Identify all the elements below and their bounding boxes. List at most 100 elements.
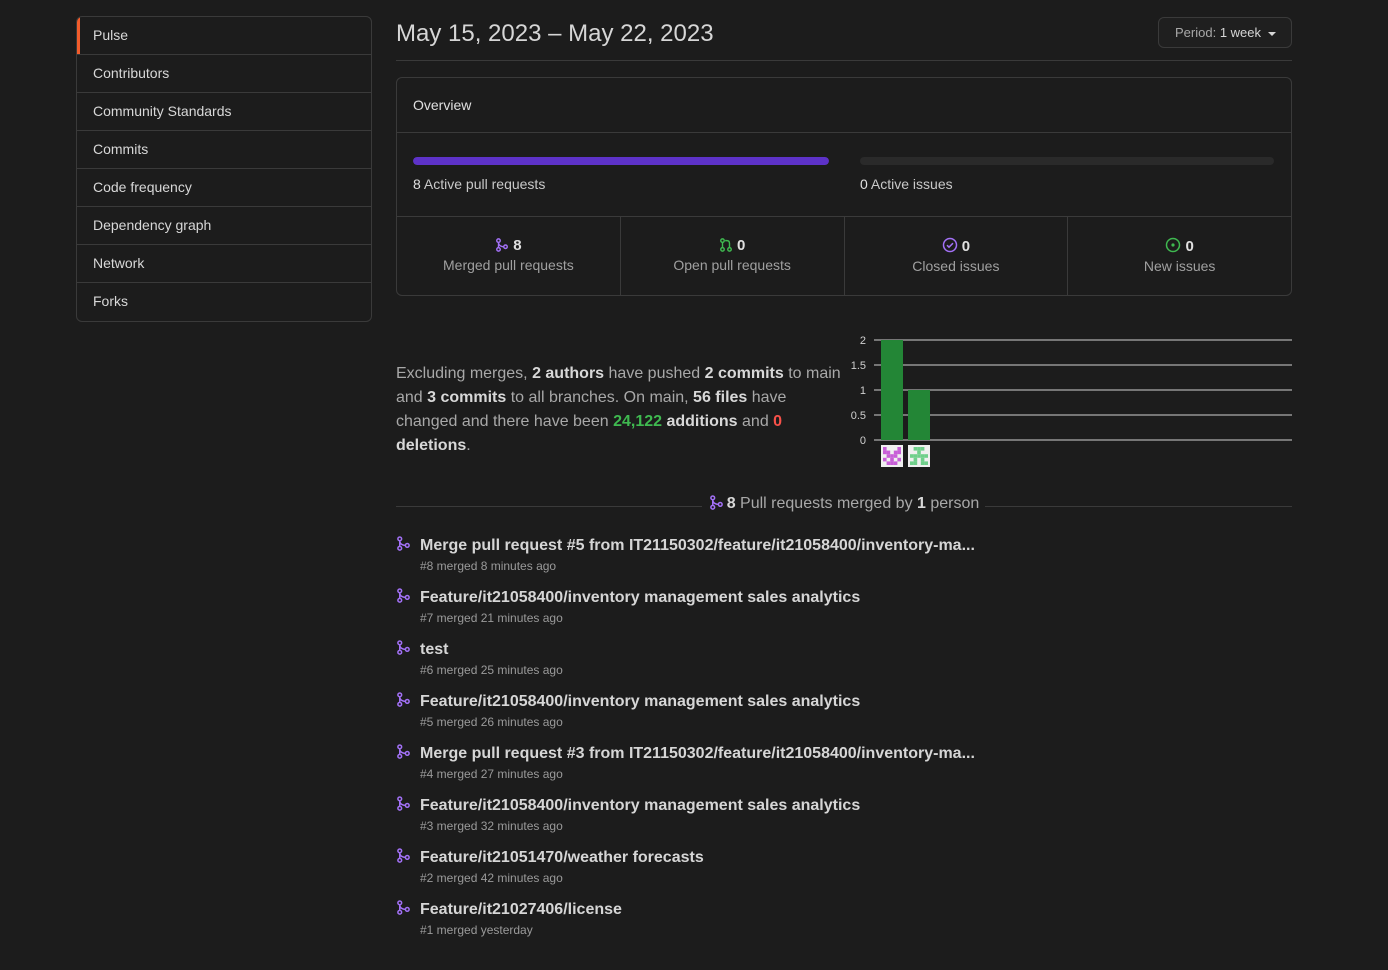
issue-open-icon <box>1166 237 1181 253</box>
open-prs-count: 0 <box>736 237 746 254</box>
activity-bars: 8 Active pull requests 0 Active issues <box>397 133 1291 217</box>
author-avatar[interactable] <box>908 445 930 467</box>
repo-insights-sidebar: Pulse Contributors Community Standards C… <box>76 16 372 322</box>
merged-prs-heading-tail: person <box>925 495 980 512</box>
y-tick-label: 1 <box>860 385 866 397</box>
pr-meta: #6 merged 25 minutes ago <box>420 663 563 677</box>
summary-deletions-count: 0 <box>773 413 783 430</box>
summary-commits-main: 2 commits <box>704 365 784 382</box>
merged-prs-heading-mid: Pull requests merged by <box>735 495 918 512</box>
stat-merged-prs[interactable]: 8 Merged pull requests <box>397 217 621 295</box>
caret-down-icon <box>1267 31 1276 36</box>
pr-title-link[interactable]: Feature/it21051470/weather forecasts <box>420 849 704 867</box>
author-avatar[interactable] <box>881 445 903 467</box>
merge-icon <box>396 588 411 608</box>
merged-prs-heading: 8 Pull requests merged by 1 person <box>702 495 986 512</box>
summary-commits-all: 3 commits <box>427 389 507 406</box>
summary-text-1: Excluding merges, <box>396 365 533 382</box>
sidebar-item-community-standards[interactable]: Community Standards <box>77 93 371 131</box>
pr-meta: #8 merged 8 minutes ago <box>420 559 557 573</box>
merge-icon <box>396 900 411 920</box>
sidebar-item-network[interactable]: Network <box>77 245 371 283</box>
y-tick-label: 1.5 <box>851 360 866 372</box>
active-prs-progress-bar <box>413 157 829 165</box>
pr-title-link[interactable]: Feature/it21027406/license <box>420 901 622 919</box>
pr-meta: #7 merged 21 minutes ago <box>420 611 563 625</box>
commits-by-author-chart: 2 1.5 1 0.5 0 <box>851 335 1292 467</box>
list-item: Feature/it21058400/inventory management … <box>396 691 1292 743</box>
stat-open-prs[interactable]: 0 Open pull requests <box>621 217 845 295</box>
list-item: test #6 merged 25 minutes ago <box>396 639 1292 691</box>
merge-icon <box>396 744 411 764</box>
list-item: Feature/it21051470/weather forecasts #2 m… <box>396 847 1292 899</box>
list-item: Merge pull request #5 from IT21150302/fe… <box>396 535 1292 587</box>
pr-title-link[interactable]: Feature/it21058400/inventory management … <box>420 797 860 815</box>
pr-title-link[interactable]: Merge pull request #5 from IT21150302/fe… <box>420 537 975 555</box>
summary-text-7: . <box>466 437 471 454</box>
open-prs-label: Open pull requests <box>673 257 791 273</box>
merge-icon <box>396 848 411 868</box>
closed-issues-count: 0 <box>961 238 971 255</box>
pr-meta: #3 merged 32 minutes ago <box>420 819 563 833</box>
summary-text-2: have pushed <box>604 365 705 382</box>
commit-bar[interactable] <box>881 340 903 440</box>
active-issues-progress-bar <box>860 157 1274 165</box>
pr-title-link[interactable]: test <box>420 641 448 659</box>
pr-meta: #2 merged 42 minutes ago <box>420 871 563 885</box>
y-tick-label: 2 <box>860 335 866 347</box>
pr-title-link[interactable]: Feature/it21058400/inventory management … <box>420 693 860 711</box>
header-divider <box>396 60 1292 61</box>
y-tick-label: 0.5 <box>851 410 866 422</box>
closed-issues-label: Closed issues <box>912 258 1000 274</box>
page-title: May 15, 2023 – May 22, 2023 <box>396 20 714 47</box>
summary-text-4: to all branches. On main, <box>506 389 694 406</box>
merge-icon <box>396 536 411 556</box>
merged-prs-divider: 8 Pull requests merged by 1 person <box>396 494 1292 516</box>
sidebar-item-dependency-graph[interactable]: Dependency graph <box>77 207 371 245</box>
stat-closed-issues[interactable]: 0 Closed issues <box>845 217 1069 295</box>
merged-prs-total: 8 <box>726 495 736 512</box>
merge-icon <box>396 640 411 660</box>
sidebar-item-pulse[interactable]: Pulse <box>77 17 371 55</box>
pull-request-icon <box>720 238 732 252</box>
active-prs-count: 8 <box>413 176 421 192</box>
summary-additions-word: additions <box>662 413 738 430</box>
new-issues-label: New issues <box>1143 258 1216 274</box>
summary-authors: 2 authors <box>532 365 605 382</box>
sidebar-item-forks[interactable]: Forks <box>77 283 371 321</box>
overview-heading: Overview <box>397 78 1291 133</box>
commit-bar[interactable] <box>908 390 930 440</box>
merged-prs-people: 1 <box>917 495 926 512</box>
list-item: Feature/it21027406/license #1 merged yest… <box>396 899 1292 951</box>
active-issues-link[interactable]: 0 Active issues <box>860 176 953 192</box>
sidebar-item-commits[interactable]: Commits <box>77 131 371 169</box>
merge-icon <box>496 238 509 252</box>
merge-icon <box>396 692 411 712</box>
merged-pr-list: Merge pull request #5 from IT21150302/fe… <box>396 535 1292 951</box>
stat-new-issues[interactable]: 0 New issues <box>1068 217 1291 295</box>
y-tick-label: 0 <box>860 435 866 447</box>
overview-panel: Overview 8 Active pull requests 0 Active… <box>396 77 1292 296</box>
pr-meta: #4 merged 27 minutes ago <box>420 767 563 781</box>
merged-prs-label: Merged pull requests <box>443 257 574 273</box>
merged-prs-count: 8 <box>513 237 522 254</box>
summary-files: 56 files <box>693 389 748 406</box>
new-issues-count: 0 <box>1185 238 1194 255</box>
period-dropdown-button[interactable]: Period: 1 week <box>1158 17 1292 48</box>
pr-meta: #1 merged yesterday <box>420 923 533 937</box>
list-item: Feature/it21058400/inventory management … <box>396 587 1292 639</box>
sidebar-item-contributors[interactable]: Contributors <box>77 55 371 93</box>
commit-summary: Excluding merges, 2 authors have pushed … <box>396 362 846 458</box>
summary-deletions-word: deletions <box>396 437 467 454</box>
active-issues-count: 0 <box>860 176 868 192</box>
pr-title-link[interactable]: Merge pull request #3 from IT21150302/fe… <box>420 745 975 763</box>
overview-stats: 8 Merged pull requests 0 Open pull reque… <box>397 217 1291 295</box>
pr-meta: #5 merged 26 minutes ago <box>420 715 563 729</box>
merge-icon <box>709 495 723 510</box>
active-prs-progress-fill <box>413 157 829 165</box>
active-issues-label: Active issues <box>870 176 953 192</box>
sidebar-item-code-frequency[interactable]: Code frequency <box>77 169 371 207</box>
pr-title-link[interactable]: Feature/it21058400/inventory management … <box>420 589 860 607</box>
active-prs-link[interactable]: 8 Active pull requests <box>413 176 545 192</box>
list-item: Merge pull request #3 from IT21150302/fe… <box>396 743 1292 795</box>
